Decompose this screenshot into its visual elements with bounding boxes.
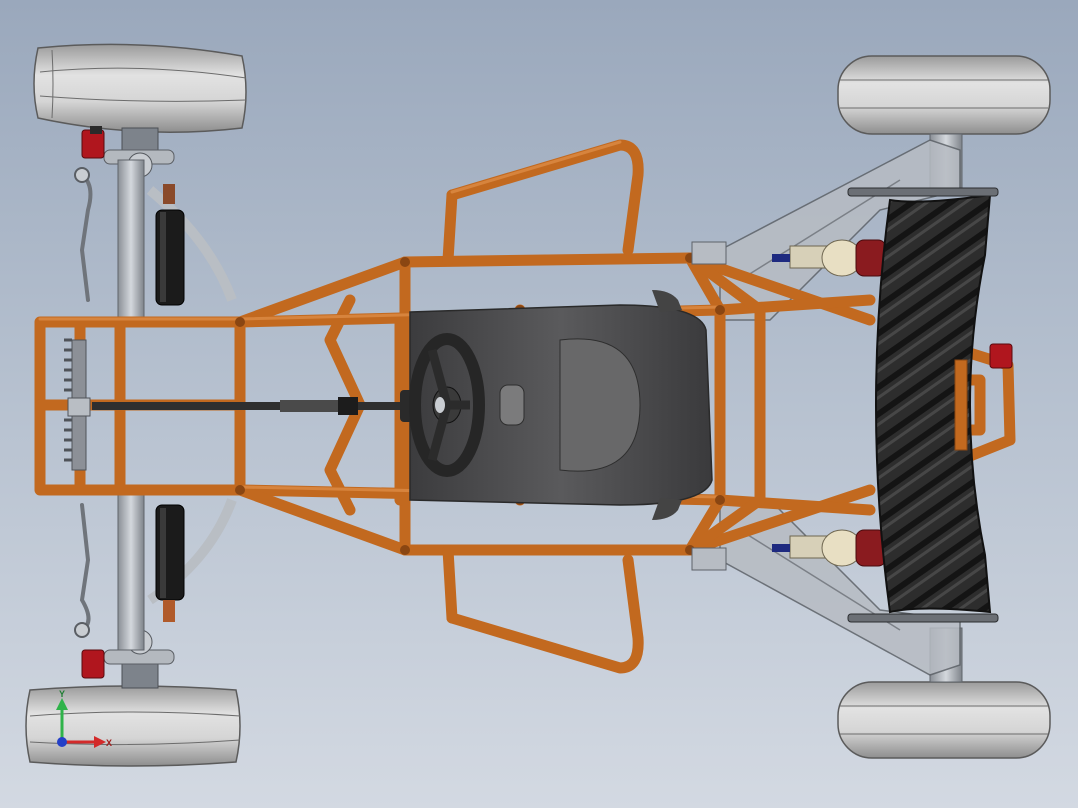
front-right-shock [155, 504, 185, 622]
steering-column [92, 390, 418, 422]
triad-y-label: Y [59, 689, 65, 699]
rear-right-wheel[interactable] [837, 681, 1051, 759]
triad-z-axis [57, 737, 67, 747]
rear-left-wheel[interactable] [837, 55, 1051, 135]
triad-x-label: X [106, 738, 112, 748]
buggy-chassis-model[interactable]: Y X [0, 0, 1078, 808]
steering-rack [64, 338, 91, 471]
cvt-belt-drive[interactable] [875, 193, 992, 614]
cad-viewport[interactable]: Y X [0, 0, 1078, 808]
front-left-wheel[interactable] [33, 43, 247, 133]
